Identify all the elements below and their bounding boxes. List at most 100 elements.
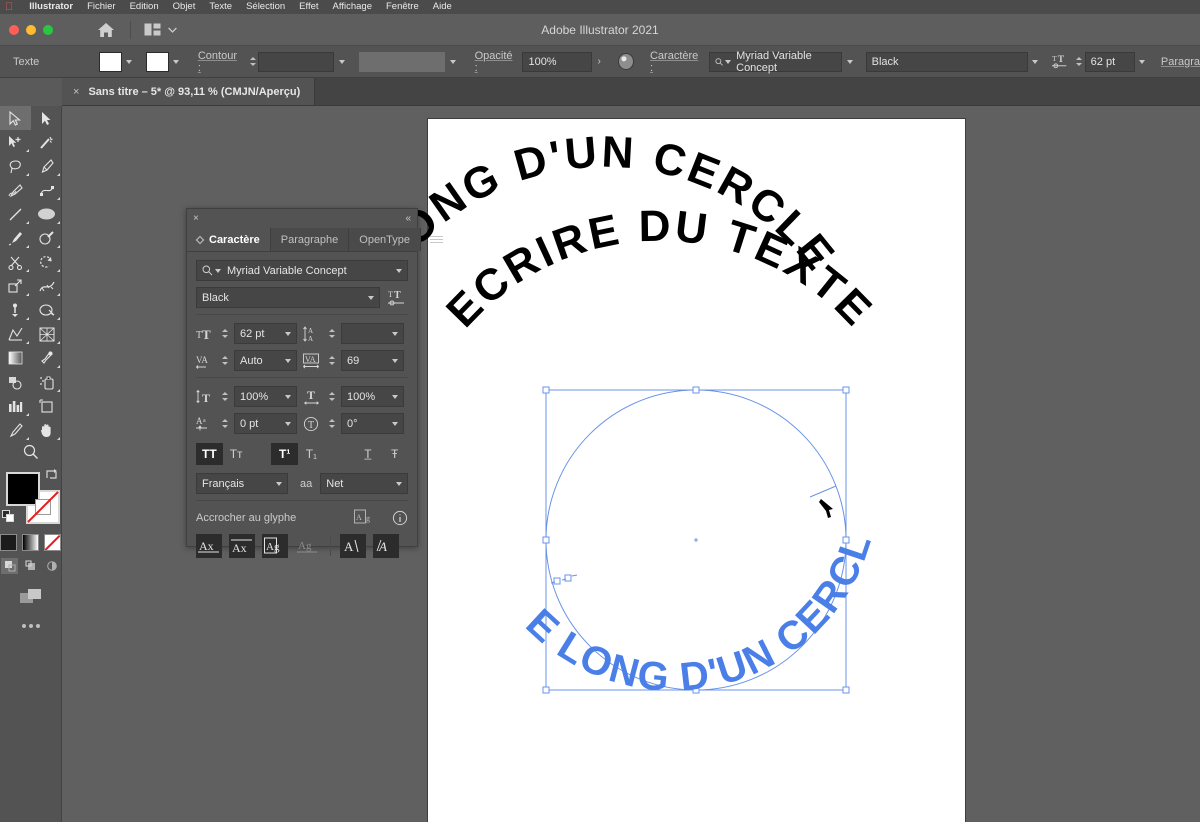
close-document-icon[interactable]: × bbox=[73, 86, 79, 98]
panel-character-rotation-field[interactable]: 0° bbox=[341, 413, 404, 434]
stroke-profile-field[interactable] bbox=[359, 51, 446, 72]
menu-item-texte[interactable]: Texte bbox=[202, 2, 239, 12]
zoom-tool[interactable] bbox=[0, 442, 61, 460]
perspective-grid-tool[interactable] bbox=[31, 322, 62, 346]
stroke-dropdown-button[interactable] bbox=[169, 52, 184, 72]
panel-vertical-scale-field[interactable]: 100% bbox=[234, 386, 297, 407]
font-family-dropdown[interactable] bbox=[842, 52, 857, 72]
panel-font-style-field[interactable]: Black bbox=[196, 287, 380, 308]
font-size-stepper[interactable] bbox=[1073, 52, 1084, 72]
glyph-box-icon[interactable]: Ag bbox=[354, 509, 374, 526]
snap-descender-button[interactable]: Ag bbox=[295, 534, 321, 558]
fill-color-swatch[interactable] bbox=[98, 51, 122, 72]
font-size-stepper[interactable] bbox=[219, 324, 231, 344]
vertical-scale-stepper[interactable] bbox=[219, 387, 231, 407]
menu-item-affichage[interactable]: Affichage bbox=[326, 2, 379, 12]
fill-dropdown-button[interactable] bbox=[122, 52, 137, 72]
color-mode-gradient-button[interactable] bbox=[22, 534, 39, 551]
color-mode-none-button[interactable] bbox=[44, 534, 61, 551]
draw-behind-button[interactable] bbox=[22, 558, 39, 574]
screen-mode-button[interactable] bbox=[0, 588, 61, 606]
menu-item-objet[interactable]: Objet bbox=[166, 2, 203, 12]
shaper-tool[interactable] bbox=[31, 226, 62, 250]
hand-tool[interactable] bbox=[31, 418, 62, 442]
stroke-profile-dropdown[interactable] bbox=[445, 52, 460, 72]
language-field[interactable]: Français bbox=[196, 473, 288, 494]
opacity-flyout-button[interactable]: › bbox=[592, 52, 607, 72]
stroke-weight-dropdown[interactable] bbox=[334, 52, 349, 72]
panel-kerning-field[interactable]: Auto bbox=[234, 350, 297, 371]
superscript-button[interactable]: T¹ bbox=[271, 443, 299, 465]
chevron-down-icon[interactable] bbox=[276, 481, 282, 486]
panel-close-icon[interactable]: × bbox=[193, 213, 199, 224]
panel-font-family-field[interactable]: Myriad Variable Concept bbox=[196, 260, 408, 281]
opacity-label[interactable]: Opacité : bbox=[475, 50, 517, 74]
snap-xheight-button[interactable]: Ax bbox=[229, 534, 255, 558]
opacity-field[interactable]: 100% bbox=[522, 51, 592, 72]
scissors-tool[interactable] bbox=[0, 250, 31, 274]
strikethrough-button[interactable]: Ŧ bbox=[381, 443, 408, 465]
tracking-stepper[interactable] bbox=[326, 351, 338, 371]
draw-normal-button[interactable] bbox=[1, 558, 18, 574]
selection-tool[interactable] bbox=[0, 106, 31, 130]
opacity-mask-icon[interactable] bbox=[617, 53, 634, 70]
gradient-tool[interactable] bbox=[0, 346, 31, 370]
stroke-weight-field[interactable] bbox=[258, 51, 334, 72]
menu-item-edition[interactable]: Edition bbox=[123, 2, 166, 12]
menu-item-selection[interactable]: Sélection bbox=[239, 2, 292, 12]
font-variations-button[interactable]: T T bbox=[386, 287, 408, 308]
shape-builder-tool[interactable] bbox=[0, 322, 31, 346]
panel-tracking-field[interactable]: 69 bbox=[341, 350, 404, 371]
home-button[interactable] bbox=[96, 20, 116, 40]
character-rotation-stepper[interactable] bbox=[326, 414, 338, 434]
minimize-window-button[interactable] bbox=[26, 24, 36, 35]
symbol-sprayer-tool[interactable] bbox=[31, 370, 62, 394]
font-style-dropdown[interactable] bbox=[1028, 52, 1043, 72]
menu-item-aide[interactable]: Aide bbox=[426, 2, 459, 12]
tab-caractere[interactable]: Caractère bbox=[187, 228, 271, 251]
eyedropper-tool[interactable] bbox=[31, 346, 62, 370]
artboard-tool[interactable] bbox=[31, 394, 62, 418]
draw-inside-button[interactable] bbox=[43, 558, 60, 574]
arrange-documents-button[interactable] bbox=[144, 23, 177, 36]
apple-menu-icon[interactable]:  bbox=[5, 1, 13, 13]
panel-leading-field[interactable] bbox=[341, 323, 404, 344]
chevron-down-icon[interactable] bbox=[392, 421, 398, 426]
menu-item-effet[interactable]: Effet bbox=[292, 2, 325, 12]
font-family-field[interactable]: Myriad Variable Concept bbox=[708, 50, 843, 74]
chevron-down-icon[interactable] bbox=[285, 358, 291, 363]
horizontal-scale-stepper[interactable] bbox=[326, 387, 338, 407]
leading-stepper[interactable] bbox=[326, 324, 338, 344]
width-tool[interactable] bbox=[31, 274, 62, 298]
kerning-stepper[interactable] bbox=[219, 351, 231, 371]
puppet-warp-tool[interactable] bbox=[31, 298, 62, 322]
menu-item-illustrator[interactable]: Illustrator bbox=[22, 2, 80, 12]
underline-button[interactable]: T̲ bbox=[355, 443, 382, 465]
direct-selection-tool[interactable] bbox=[31, 106, 62, 130]
curvature-tool[interactable] bbox=[0, 178, 31, 202]
anchor-point-tool[interactable] bbox=[31, 178, 62, 202]
tab-paragraphe[interactable]: Paragraphe bbox=[270, 228, 350, 251]
all-caps-button[interactable]: TT bbox=[196, 443, 223, 465]
magic-wand-tool[interactable] bbox=[31, 130, 62, 154]
tab-opentype[interactable]: OpenType bbox=[349, 228, 422, 251]
small-caps-button[interactable]: Tᴛ bbox=[223, 443, 250, 465]
chevron-down-icon[interactable] bbox=[396, 268, 402, 273]
panel-collapse-icon[interactable]: « bbox=[405, 213, 411, 224]
snap-em-box-button[interactable]: Ag bbox=[262, 534, 288, 558]
menu-item-fichier[interactable]: Fichier bbox=[80, 2, 123, 12]
lasso-tool[interactable] bbox=[0, 154, 31, 178]
anti-alias-field[interactable]: Net bbox=[320, 473, 408, 494]
paintbrush-tool[interactable] bbox=[0, 226, 31, 250]
chevron-down-icon[interactable] bbox=[396, 481, 402, 486]
color-mode-solid-button[interactable] bbox=[0, 534, 17, 551]
snap-stem-button[interactable]: A bbox=[340, 534, 366, 558]
group-selection-tool[interactable] bbox=[0, 130, 31, 154]
line-segment-tool[interactable] bbox=[0, 202, 31, 226]
font-style-field[interactable]: Black bbox=[865, 51, 1028, 72]
stroke-weight-stepper[interactable] bbox=[247, 52, 258, 72]
stroke-color-swatch[interactable] bbox=[145, 51, 169, 72]
panel-baseline-shift-field[interactable]: 0 pt bbox=[234, 413, 297, 434]
info-icon[interactable] bbox=[392, 510, 408, 526]
paragraph-label[interactable]: Paragra bbox=[1161, 56, 1200, 68]
